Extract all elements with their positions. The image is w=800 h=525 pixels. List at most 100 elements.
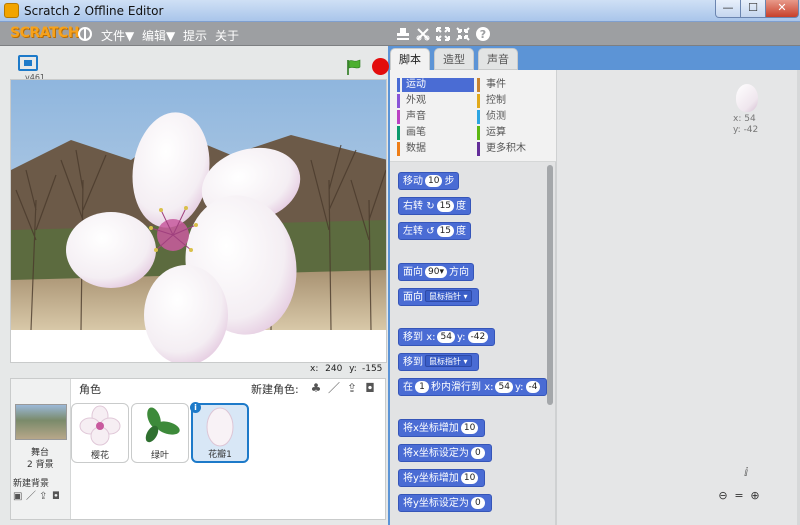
tab-sounds[interactable]: 声音 bbox=[478, 48, 518, 70]
help-icon[interactable]: ? bbox=[475, 26, 491, 42]
zoom-out-icon[interactable]: ⊖ bbox=[715, 488, 731, 504]
close-button[interactable]: ✕ bbox=[765, 0, 799, 18]
menu-edit[interactable]: 编辑▼ bbox=[142, 27, 175, 44]
zoom-in-icon[interactable]: ⊕ bbox=[747, 488, 763, 504]
menu-about[interactable]: 关于 bbox=[215, 27, 239, 44]
sprite-card-selected[interactable]: i 花瓣1 bbox=[190, 402, 249, 463]
sprite-library-icon[interactable]: ♣ bbox=[309, 381, 323, 395]
stage-backdrop-count: 2 背景 bbox=[27, 460, 54, 470]
category-control[interactable]: 控制 bbox=[477, 94, 554, 108]
backdrop-paint-icon[interactable]: ／ bbox=[26, 491, 37, 502]
upload-sprite-icon[interactable]: ⇪ bbox=[345, 381, 359, 395]
y-input[interactable]: -42 bbox=[467, 331, 489, 343]
block-set-x[interactable]: 将x坐标设定为 0 bbox=[398, 444, 492, 462]
category-sensing[interactable]: 侦测 bbox=[477, 110, 554, 124]
block-glide[interactable]: 在 1 秒内滑行到 x: 54 y: -4 bbox=[398, 378, 548, 396]
title-bar: Scratch 2 Offline Editor — ☐ ✕ bbox=[0, 0, 800, 22]
direction-input[interactable]: 90▾ bbox=[425, 266, 447, 278]
block-go-to-xy[interactable]: 移到 x: 54 y: -42 bbox=[398, 328, 496, 346]
block-set-y[interactable]: 将y坐标设定为 0 bbox=[398, 494, 492, 512]
presentation-mode-icon[interactable] bbox=[18, 55, 38, 71]
turn-left-icon: ↺ bbox=[426, 226, 435, 237]
change-y-input[interactable]: 10 bbox=[460, 472, 479, 484]
menu-file[interactable]: 文件▼ bbox=[101, 27, 134, 44]
current-sprite-thumbnail bbox=[736, 84, 758, 112]
new-backdrop-label: 新建背景 bbox=[13, 479, 50, 489]
category-events[interactable]: 事件 bbox=[477, 78, 554, 92]
category-sound[interactable]: 声音 bbox=[397, 110, 474, 124]
category-motion[interactable]: 运动 bbox=[397, 78, 474, 92]
degrees-input[interactable]: 15 bbox=[436, 225, 455, 237]
current-sprite-position: x: 54 y: -42 bbox=[733, 114, 758, 136]
tab-costumes[interactable]: 造型 bbox=[434, 48, 474, 70]
pointer-icon: ⅈ bbox=[744, 465, 749, 479]
turn-right-icon: ↻ bbox=[426, 201, 435, 212]
menu-tips[interactable]: 提示 bbox=[183, 27, 207, 44]
sprite-card[interactable]: 樱花 bbox=[71, 403, 129, 463]
scratch-logo[interactable]: SCRATCH bbox=[10, 25, 79, 41]
block-move-steps[interactable]: 移动 10 步 bbox=[398, 172, 460, 190]
stage-selector[interactable]: 舞台 2 背景 新建背景 ▣ ／ ⇪ ◘ bbox=[11, 379, 71, 519]
seconds-input[interactable]: 1 bbox=[415, 381, 429, 393]
sprites-header: 角色 bbox=[79, 383, 101, 396]
minimize-button[interactable]: — bbox=[715, 0, 741, 18]
scripts-area[interactable]: x: 54 y: -42 ⅈ ⊖ = ⊕ bbox=[556, 70, 800, 525]
block-turn-right[interactable]: 右转 ↻ 15 度 bbox=[398, 197, 472, 215]
steps-input[interactable]: 10 bbox=[425, 175, 443, 187]
coord-x-value: 240 bbox=[325, 364, 343, 374]
sprite-thumbnail-leaf bbox=[145, 407, 180, 443]
tab-scripts[interactable]: 脚本 bbox=[390, 48, 430, 70]
zoom-reset-icon[interactable]: = bbox=[731, 488, 747, 504]
change-x-input[interactable]: 10 bbox=[460, 422, 479, 434]
goto-dropdown[interactable]: 鼠标指针 ▾ bbox=[425, 355, 472, 367]
x-input[interactable]: 54 bbox=[437, 331, 455, 343]
maximize-button[interactable]: ☐ bbox=[740, 0, 766, 18]
backdrop-upload-icon[interactable]: ⇪ bbox=[39, 491, 50, 502]
green-flag-icon[interactable] bbox=[346, 59, 362, 75]
degrees-input[interactable]: 15 bbox=[436, 200, 455, 212]
block-change-x[interactable]: 将x坐标增加 10 bbox=[398, 419, 486, 437]
category-pen[interactable]: 画笔 bbox=[397, 126, 474, 140]
editor-tabs: 脚本 造型 声音 bbox=[390, 46, 556, 70]
duplicate-stamp-icon[interactable] bbox=[395, 26, 411, 42]
sprite-name: 樱花 bbox=[90, 451, 109, 461]
block-list: 移动 10 步 右转 ↻ 15 度 左转 ↺ 15 度 面向 90▾ 方向 面向 鼠标指针 ▾ 移… bbox=[390, 162, 556, 525]
shrink-icon[interactable] bbox=[455, 26, 471, 42]
backdrop-camera-icon[interactable]: ◘ bbox=[52, 491, 63, 502]
block-go-to[interactable]: 移到 鼠标指针 ▾ bbox=[398, 353, 479, 371]
x-input[interactable]: 54 bbox=[495, 381, 513, 393]
stage-thumbnail[interactable] bbox=[15, 404, 67, 440]
stage-canvas[interactable] bbox=[10, 79, 387, 363]
language-globe-icon[interactable] bbox=[78, 27, 92, 41]
grow-icon[interactable] bbox=[435, 26, 451, 42]
sprite-card[interactable]: 绿叶 bbox=[131, 403, 189, 463]
category-operators[interactable]: 运算 bbox=[477, 126, 554, 140]
category-more-blocks[interactable]: 更多积木 bbox=[477, 142, 554, 156]
set-y-input[interactable]: 0 bbox=[470, 497, 485, 509]
coord-x-label: x: bbox=[310, 364, 319, 374]
paint-sprite-icon[interactable]: ／ bbox=[327, 381, 341, 395]
block-point-direction[interactable]: 面向 90▾ 方向 bbox=[398, 263, 474, 281]
palette-scrollbar[interactable] bbox=[547, 165, 553, 405]
coord-y-label: y: bbox=[349, 364, 357, 374]
scripts-canvas[interactable] bbox=[557, 70, 800, 525]
zoom-controls: ⊖ = ⊕ bbox=[715, 488, 767, 504]
y-input[interactable]: -4 bbox=[525, 381, 541, 393]
stop-sign-icon[interactable] bbox=[372, 58, 389, 75]
sprite-thumbnail-cherry bbox=[79, 405, 121, 446]
backdrop-library-icon[interactable]: ▣ bbox=[13, 491, 24, 502]
info-icon[interactable]: i bbox=[190, 402, 201, 413]
category-looks[interactable]: 外观 bbox=[397, 94, 474, 108]
block-turn-left[interactable]: 左转 ↺ 15 度 bbox=[398, 222, 472, 240]
block-change-y[interactable]: 将y坐标增加 10 bbox=[398, 469, 486, 487]
block-point-towards[interactable]: 面向 鼠标指针 ▾ bbox=[398, 288, 479, 306]
camera-sprite-icon[interactable]: ◘ bbox=[363, 381, 377, 395]
delete-scissors-icon[interactable] bbox=[415, 26, 431, 42]
towards-dropdown[interactable]: 鼠标指针 ▾ bbox=[425, 290, 472, 302]
set-x-input[interactable]: 0 bbox=[470, 447, 485, 459]
new-backdrop-tools: ▣ ／ ⇪ ◘ bbox=[13, 489, 69, 503]
app-icon bbox=[4, 3, 19, 18]
category-data[interactable]: 数据 bbox=[397, 142, 474, 156]
mouse-coordinates: x: 240 y: -155 bbox=[310, 364, 385, 374]
new-sprite-label: 新建角色: bbox=[251, 383, 299, 396]
